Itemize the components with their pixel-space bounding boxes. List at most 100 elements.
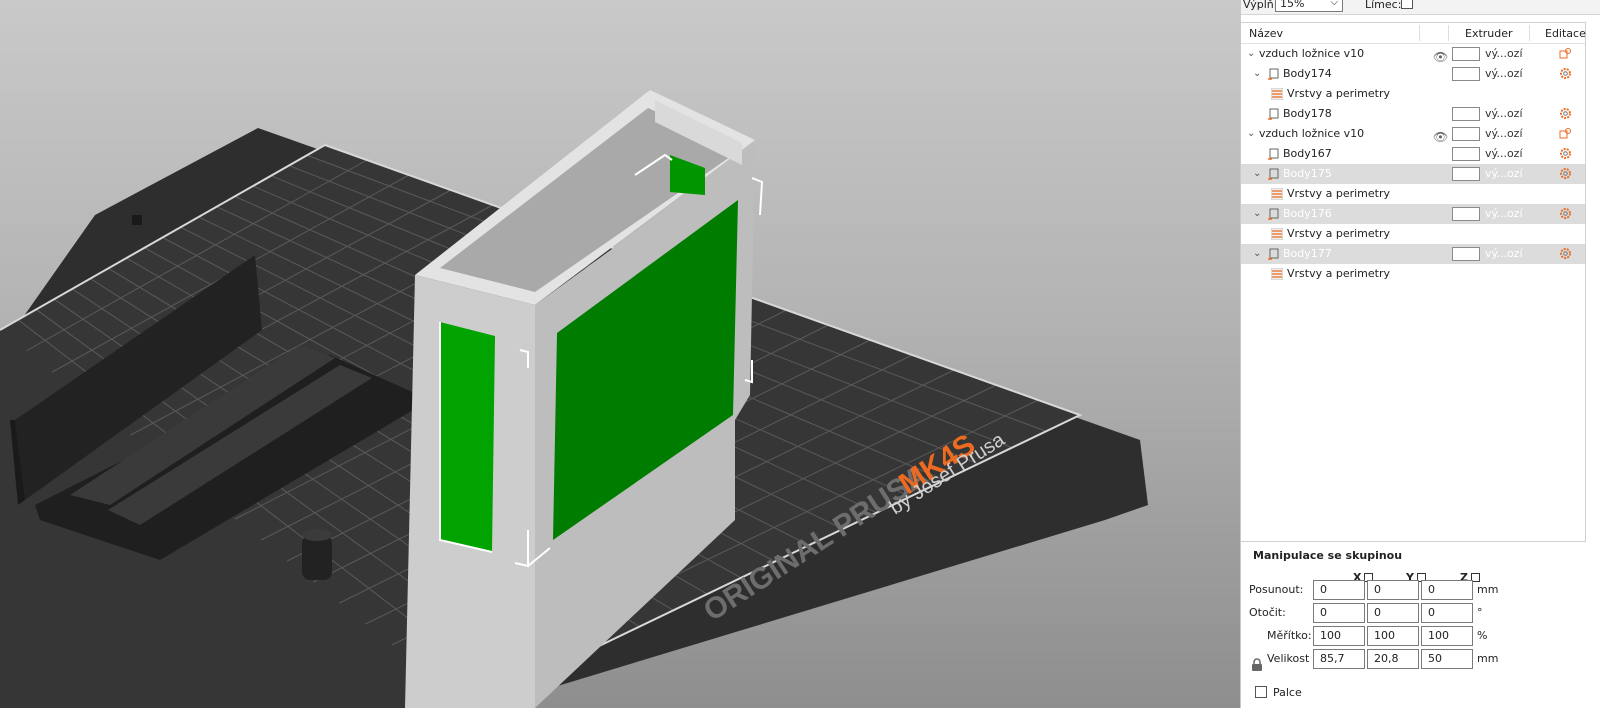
row-name: Vrstvy a perimetry xyxy=(1287,267,1391,280)
row-name: Vrstvy a perimetry xyxy=(1287,87,1391,100)
object-list-row[interactable]: Body178 vý...ozí xyxy=(1241,104,1585,124)
inches-label: Palce xyxy=(1273,686,1302,699)
extruder-value[interactable]: vý...ozí xyxy=(1485,104,1523,124)
manipulation-input-z[interactable]: 0 xyxy=(1421,580,1473,600)
object-list-row[interactable]: Vrstvy a perimetry xyxy=(1241,84,1585,104)
object-list-row[interactable]: Body167 vý...ozí xyxy=(1241,144,1585,164)
manipulation-input-x[interactable]: 85,7 xyxy=(1313,649,1365,669)
extruder-color-swatch[interactable] xyxy=(1452,207,1480,221)
expand-chevron-icon[interactable]: ⌄ xyxy=(1247,44,1255,64)
selected-part-left[interactable] xyxy=(440,322,495,552)
row-name: Body175 xyxy=(1283,167,1332,180)
settings-gear-icon[interactable] xyxy=(1559,207,1572,220)
row-name: Vrstvy a perimetry xyxy=(1287,187,1391,200)
row-name: Body167 xyxy=(1283,147,1332,160)
row-name: Body178 xyxy=(1283,107,1332,120)
object-list-row[interactable]: ⌄ vzduch ložnice v10 👁 vý...ozí xyxy=(1241,124,1585,144)
3d-viewport[interactable]: ORIGINAL PRUSA MK4S by Josef Prusa xyxy=(0,0,1240,708)
manipulation-unit: mm xyxy=(1477,652,1499,665)
row-name: Vrstvy a perimetry xyxy=(1287,227,1391,240)
manipulation-input-z[interactable]: 50 xyxy=(1421,649,1473,669)
manipulation-row-label: Otočit: xyxy=(1249,606,1286,619)
part-icon xyxy=(1268,108,1279,120)
settings-gear-icon[interactable] xyxy=(1559,247,1572,260)
manipulation-row-label: Měřítko: xyxy=(1267,629,1312,642)
extruder-color-swatch[interactable] xyxy=(1452,67,1480,81)
object-list-row[interactable]: ⌄ Body174 vý...ozí xyxy=(1241,64,1585,84)
extruder-color-swatch[interactable] xyxy=(1452,147,1480,161)
object-list-row[interactable]: ⌄ Body176 vý...ozí xyxy=(1241,204,1585,224)
part-icon xyxy=(1268,248,1279,260)
object-edit-icon[interactable] xyxy=(1559,127,1572,140)
manipulation-input-z[interactable]: 100 xyxy=(1421,626,1473,646)
layers-icon xyxy=(1271,188,1283,200)
extruder-value[interactable]: vý...ozí xyxy=(1485,164,1523,184)
object-list-row[interactable]: ⌄ vzduch ložnice v10 👁 vý...ozí xyxy=(1241,44,1585,64)
infill-dropdown[interactable]: 15% ⌵ xyxy=(1275,0,1343,12)
expand-chevron-icon[interactable]: ⌄ xyxy=(1253,204,1261,224)
row-name: vzduch ložnice v10 xyxy=(1259,47,1365,60)
settings-gear-icon[interactable] xyxy=(1559,107,1572,120)
object-list-row[interactable]: ⌄ Body175 vý...ozí xyxy=(1241,164,1585,184)
infill-label: Výplň: xyxy=(1243,0,1278,11)
manipulation-input-x[interactable]: 0 xyxy=(1313,603,1365,623)
layers-icon xyxy=(1271,88,1283,100)
row-name: Body176 xyxy=(1283,207,1332,220)
brim-checkbox[interactable] xyxy=(1401,0,1413,9)
expand-chevron-icon[interactable]: ⌄ xyxy=(1253,244,1261,264)
right-sidebar: Výplň: 15% ⌵ Límec: Název Extruder Edita… xyxy=(1240,0,1600,708)
column-name[interactable]: Název xyxy=(1249,27,1283,40)
object-edit-icon[interactable] xyxy=(1559,47,1572,60)
part-icon xyxy=(1268,168,1279,180)
manipulation-input-z[interactable]: 0 xyxy=(1421,603,1473,623)
manipulation-input-x[interactable]: 0 xyxy=(1313,580,1365,600)
inches-checkbox[interactable] xyxy=(1255,686,1267,698)
scene-canvas[interactable]: ORIGINAL PRUSA MK4S by Josef Prusa xyxy=(0,0,1240,708)
group-manipulation-panel: Manipulace se skupinou X Y Z Posunout: 0 0… xyxy=(1241,548,1600,708)
extruder-value[interactable]: vý...ozí xyxy=(1485,244,1523,264)
extruder-color-swatch[interactable] xyxy=(1452,127,1480,141)
rack-post xyxy=(302,535,332,580)
object-list-row[interactable]: ⌄ Body177 vý...ozí xyxy=(1241,244,1585,264)
extruder-value[interactable]: vý...ozí xyxy=(1485,124,1523,144)
part-icon xyxy=(1268,68,1279,80)
object-list-row[interactable]: Vrstvy a perimetry xyxy=(1241,264,1585,284)
manipulation-input-x[interactable]: 100 xyxy=(1313,626,1365,646)
settings-gear-icon[interactable] xyxy=(1559,67,1572,80)
column-extruder[interactable]: Extruder xyxy=(1465,27,1513,40)
lock-icon[interactable] xyxy=(1251,658,1263,672)
manipulation-title: Manipulace se skupinou xyxy=(1253,549,1403,562)
row-name: Body177 xyxy=(1283,247,1332,260)
object-list-row[interactable]: Vrstvy a perimetry xyxy=(1241,224,1585,244)
layers-icon xyxy=(1271,228,1283,240)
settings-gear-icon[interactable] xyxy=(1559,147,1572,160)
object-list-header: Název Extruder Editace xyxy=(1241,23,1586,44)
row-name: Body174 xyxy=(1283,67,1332,80)
manipulation-input-y[interactable]: 20,8 xyxy=(1367,649,1419,669)
layers-icon xyxy=(1271,268,1283,280)
manipulation-input-y[interactable]: 0 xyxy=(1367,580,1419,600)
expand-chevron-icon[interactable]: ⌄ xyxy=(1247,124,1255,144)
extruder-color-swatch[interactable] xyxy=(1452,47,1480,61)
column-edit[interactable]: Editace xyxy=(1545,27,1586,40)
manipulation-input-y[interactable]: 0 xyxy=(1367,603,1419,623)
manipulation-unit: ° xyxy=(1477,606,1483,619)
extruder-color-swatch[interactable] xyxy=(1452,167,1480,181)
expand-chevron-icon[interactable]: ⌄ xyxy=(1253,164,1261,184)
manipulation-unit: mm xyxy=(1477,583,1499,596)
manipulation-input-y[interactable]: 100 xyxy=(1367,626,1419,646)
extruder-value[interactable]: vý...ozí xyxy=(1485,64,1523,84)
object-list[interactable]: Název Extruder Editace ⌄ vzduch ložnice v… xyxy=(1241,22,1586,542)
object-list-row[interactable]: Vrstvy a perimetry xyxy=(1241,184,1585,204)
manipulation-row-label: Posunout: xyxy=(1249,583,1304,596)
extruder-value[interactable]: vý...ozí xyxy=(1485,144,1523,164)
extruder-color-swatch[interactable] xyxy=(1452,107,1480,121)
manipulation-unit: % xyxy=(1477,629,1488,642)
settings-gear-icon[interactable] xyxy=(1559,167,1572,180)
part-icon xyxy=(1268,148,1279,160)
object-list-rows: ⌄ vzduch ložnice v10 👁 vý...ozí ⌄ Body174 vý..… xyxy=(1241,44,1585,284)
extruder-value[interactable]: vý...ozí xyxy=(1485,204,1523,224)
extruder-color-swatch[interactable] xyxy=(1452,247,1480,261)
extruder-value[interactable]: vý...ozí xyxy=(1485,44,1523,64)
expand-chevron-icon[interactable]: ⌄ xyxy=(1253,64,1261,84)
